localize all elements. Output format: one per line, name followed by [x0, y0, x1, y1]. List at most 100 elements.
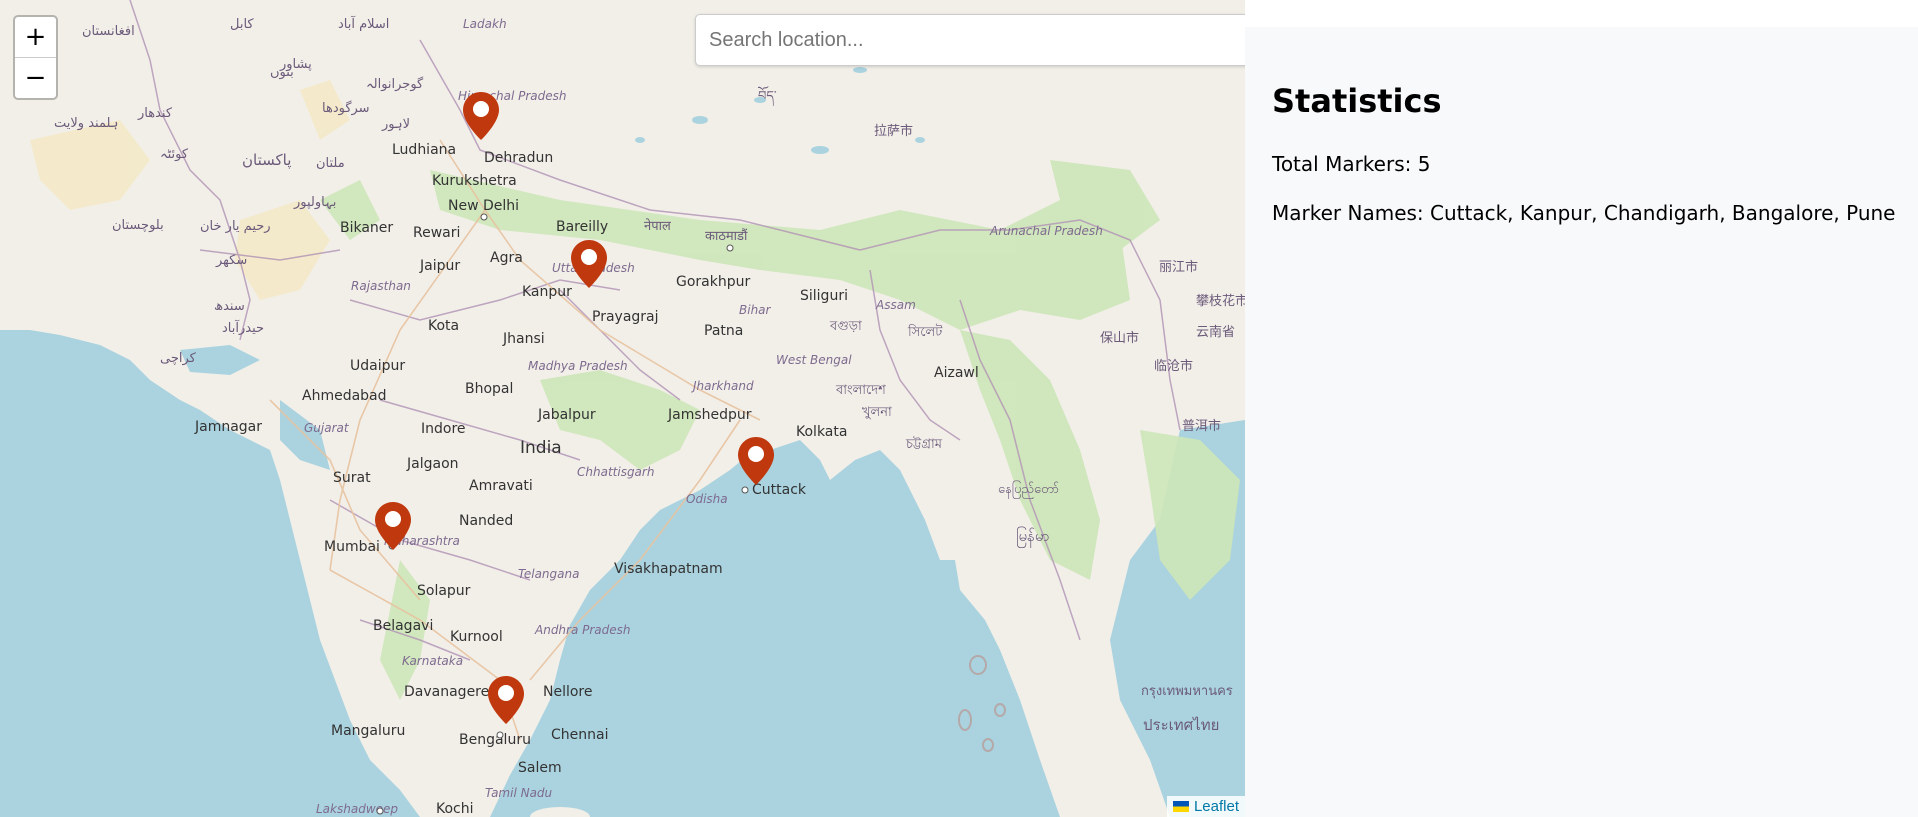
- map-label: Kanpur: [522, 284, 572, 300]
- foreign-label: سرگودھا: [322, 100, 370, 116]
- map-label: Bhopal: [465, 381, 513, 397]
- map-label: Solapur: [417, 583, 471, 599]
- marker-pune[interactable]: [373, 500, 413, 552]
- foreign-label: 临沧市: [1154, 358, 1193, 374]
- map-label: Aizawl: [934, 365, 979, 381]
- foreign-label: لاہور: [381, 117, 410, 132]
- statistics-panel: Statistics Total Markers: 5 Marker Names…: [1245, 27, 1918, 817]
- map-label: Belagavi: [373, 618, 433, 634]
- map-label: Jamnagar: [194, 419, 262, 435]
- map-label: Jaipur: [419, 258, 460, 274]
- marker-kanpur[interactable]: [569, 238, 609, 290]
- marker-names-text: Marker Names: Cuttack, Kanpur, Chandigar…: [1272, 201, 1896, 225]
- region-label: Jharkhand: [691, 379, 754, 393]
- foreign-label: گوجرانوالہ: [366, 76, 424, 92]
- map-label: Chennai: [551, 727, 608, 743]
- map-label: Ludhiana: [392, 142, 456, 158]
- map-label: Kochi: [436, 801, 474, 817]
- map-label: Davanagere: [404, 684, 489, 700]
- foreign-label: မြန်မာ: [1016, 526, 1050, 548]
- foreign-label: နေပြည်တော်: [998, 480, 1059, 499]
- foreign-label: کوئٹہ: [160, 147, 189, 162]
- map-pin-icon: [571, 240, 607, 288]
- foreign-label: 云南省: [1196, 324, 1235, 340]
- map-label: Ahmedabad: [302, 388, 387, 404]
- foreign-label: کابل: [230, 17, 254, 32]
- foreign-label: اسلام آباد: [338, 15, 389, 32]
- foreign-label: ประเทศไทย: [1143, 716, 1219, 734]
- map-label: Bikaner: [340, 220, 393, 236]
- attribution: Leaflet: [1166, 796, 1245, 817]
- region-label: Chhattisgarh: [577, 465, 654, 479]
- foreign-label: بلوچستان: [112, 218, 164, 233]
- foreign-label: 丽江市: [1159, 259, 1198, 275]
- foreign-label: 保山市: [1100, 330, 1139, 346]
- region-label: Arunachal Pradesh: [989, 224, 1103, 238]
- foreign-label: کراچی: [160, 351, 197, 366]
- leaflet-link[interactable]: Leaflet: [1194, 798, 1239, 815]
- zoom-in-button[interactable]: +: [15, 17, 56, 57]
- map-pin-icon: [375, 502, 411, 550]
- region-label: Bihar: [739, 303, 772, 317]
- region-label: West Bengal: [776, 353, 852, 367]
- map-label: Jalgaon: [406, 456, 459, 472]
- map-label: Salem: [518, 760, 562, 776]
- map-label: Patna: [704, 323, 743, 339]
- map-label: Jamshedpur: [667, 407, 752, 423]
- foreign-label: กรุงเทพมหานคร: [1141, 684, 1233, 699]
- region-label: Gujarat: [304, 421, 350, 435]
- map-label: Prayagraj: [592, 309, 659, 325]
- region-label: Ladakh: [463, 17, 507, 31]
- map-label: Kurnool: [450, 629, 503, 645]
- zoom-out-button[interactable]: −: [15, 57, 56, 98]
- map-label: Rewari: [413, 225, 460, 241]
- map-tiles: Ludhiana Dehradun Kurukshetra New Delhi …: [0, 0, 1245, 817]
- foreign-label: حیدرآباد: [222, 319, 264, 336]
- map-label: Visakhapatnam: [614, 561, 723, 577]
- foreign-label: ہلمند ولایت: [54, 116, 118, 131]
- marker-cuttack[interactable]: [736, 435, 776, 487]
- region-label: Tamil Nadu: [485, 786, 553, 800]
- map-label: Mumbai: [324, 539, 380, 555]
- foreign-label: नेपाल: [644, 218, 671, 234]
- map-label: Bengaluru: [459, 732, 531, 748]
- foreign-label: বাংলাদেশ: [835, 383, 886, 398]
- foreign-label: 拉萨市: [874, 123, 913, 139]
- foreign-label: کندھار: [137, 106, 173, 121]
- map-label: Siliguri: [800, 288, 848, 304]
- map-label: Amravati: [469, 478, 533, 494]
- map-view[interactable]: Ludhiana Dehradun Kurukshetra New Delhi …: [0, 0, 1245, 817]
- region-label: Lakshadweep: [316, 802, 398, 816]
- foreign-label: 攀枝花市: [1196, 293, 1245, 309]
- app-root: Ludhiana Dehradun Kurukshetra New Delhi …: [0, 0, 1918, 817]
- map-label: Jabalpur: [537, 407, 596, 423]
- map-label: Kota: [428, 318, 459, 334]
- map-pin-icon: [488, 676, 524, 724]
- map-label: Agra: [490, 250, 523, 266]
- foreign-label: سکھر: [215, 253, 247, 268]
- foreign-label: খুলনা: [862, 405, 892, 420]
- foreign-label: رحیم یار خان: [200, 219, 271, 234]
- ukraine-flag-icon: [1172, 801, 1189, 812]
- map-label: Kolkata: [796, 424, 847, 440]
- foreign-label: 普洱市: [1182, 418, 1221, 434]
- region-label: Andhra Pradesh: [534, 623, 631, 637]
- foreign-label: চট্টগ্রাম: [905, 436, 943, 452]
- marker-chandigarh[interactable]: [461, 90, 501, 142]
- foreign-label: سندھ: [214, 299, 245, 314]
- marker-bangalore[interactable]: [486, 674, 526, 726]
- foreign-label: সিলেট: [907, 324, 943, 340]
- map-label: Gorakhpur: [676, 274, 750, 290]
- map-label: Dehradun: [484, 150, 553, 166]
- foreign-label: بہاولپور: [293, 195, 336, 210]
- foreign-label: ملتان: [316, 156, 345, 171]
- region-label: Madhya Pradesh: [528, 359, 628, 373]
- search-input[interactable]: [695, 14, 1245, 66]
- map-label: Indore: [421, 421, 466, 437]
- region-label: Assam: [875, 298, 916, 312]
- total-markers-text: Total Markers: 5: [1272, 152, 1431, 176]
- foreign-label: پاکستان: [242, 151, 291, 170]
- map-pin-icon: [463, 92, 499, 140]
- region-label: Odisha: [686, 492, 728, 506]
- map-label: India: [520, 438, 562, 458]
